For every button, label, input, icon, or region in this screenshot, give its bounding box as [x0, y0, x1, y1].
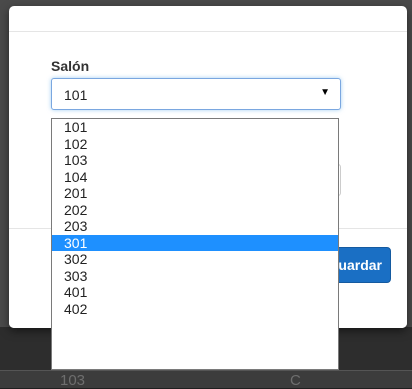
dropdown-option-202[interactable]: 202 — [52, 202, 338, 219]
dropdown-option-302[interactable]: 302 — [52, 251, 338, 268]
dropdown-option-301[interactable]: 301 — [52, 234, 338, 251]
salon-dropdown-list[interactable]: 101 102 103 104 201 202 203 301 302 303 401 402 — [51, 118, 339, 370]
salon-label: Salón — [51, 58, 90, 74]
dropdown-option-102[interactable]: 102 — [52, 136, 338, 153]
dropdown-option-203[interactable]: 203 — [52, 218, 338, 235]
select-value: 101 — [64, 87, 88, 103]
dropdown-option-401[interactable]: 401 — [52, 284, 338, 301]
dropdown-option-303[interactable]: 303 — [52, 268, 338, 285]
dropdown-option-201[interactable]: 201 — [52, 185, 338, 202]
modal-header — [9, 6, 407, 32]
dropdown-option-103[interactable]: 103 — [52, 152, 338, 169]
table-cell: 103 — [60, 372, 86, 389]
dropdown-option-104[interactable]: 104 — [52, 169, 338, 186]
dropdown-option-402[interactable]: 402 — [52, 301, 338, 318]
dropdown-arrow-icon: ▼ — [320, 87, 330, 98]
salon-select[interactable]: 101 ▼ — [51, 78, 341, 110]
table-cell: C — [290, 372, 301, 389]
dropdown-option-101[interactable]: 101 — [52, 119, 338, 136]
